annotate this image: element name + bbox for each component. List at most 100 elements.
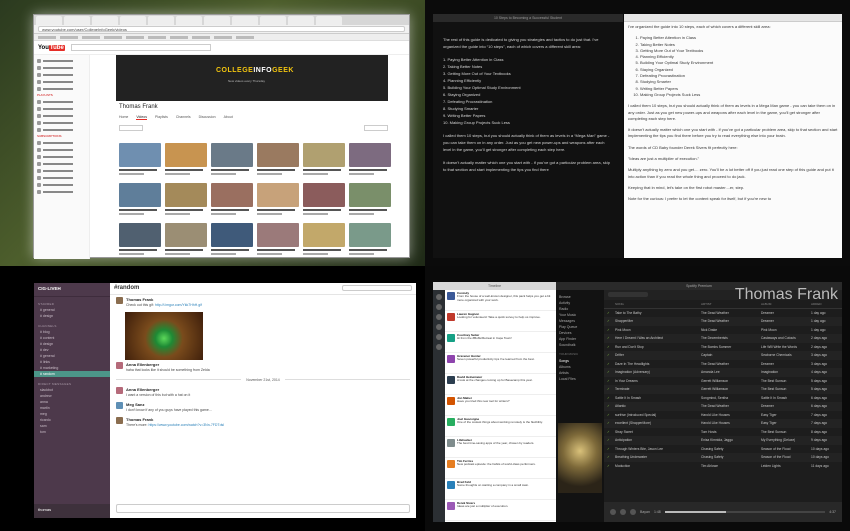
song-album[interactable]: Season of the Flood: [761, 445, 811, 454]
avatar[interactable]: [116, 386, 123, 394]
mentions-icon[interactable]: [436, 313, 442, 320]
song-title[interactable]: Daze In The Headlights: [615, 360, 701, 369]
song-title[interactable]: Atlantic: [615, 402, 701, 411]
check-icon[interactable]: ✓: [607, 360, 615, 369]
message-link[interactable]: https://www.youtube.com/watch?v=3Nn-7FDT…: [148, 423, 224, 427]
song-title[interactable]: Through Winters Bite, Jason Lee: [615, 445, 701, 454]
video-title[interactable]: [211, 209, 249, 211]
song-artist[interactable]: Chasing Safety: [701, 453, 761, 462]
col-artist[interactable]: ARTIST: [701, 302, 761, 306]
song-artist[interactable]: Tim Ahlowe: [701, 462, 761, 471]
video-card[interactable]: [165, 183, 207, 219]
video-thumbnail[interactable]: [303, 223, 345, 247]
tweet[interactable]: Lauren Gagnon Looking for volunteers! Tak…: [445, 311, 556, 332]
song-row[interactable]: ✓ Stray Sweet Tom Hosts The Best Sunsun 8 da…: [604, 428, 842, 437]
song-title[interactable]: Moduction: [615, 462, 701, 471]
tweet[interactable]: Derek Sivers Ideas are just a multiplier …: [445, 500, 556, 521]
sidebar-item[interactable]: [37, 182, 86, 187]
col-song[interactable]: SONG: [615, 302, 701, 306]
avatar[interactable]: [447, 438, 455, 447]
song-album[interactable]: The Best Sunsun: [761, 428, 811, 437]
song-artist[interactable]: Nick Drake: [701, 326, 761, 335]
video-title[interactable]: [257, 209, 295, 211]
video-title[interactable]: [303, 209, 341, 211]
bookmark[interactable]: [38, 35, 56, 39]
browser-tab[interactable]: [148, 16, 174, 25]
browser-tab[interactable]: [316, 16, 342, 25]
sidebar-item[interactable]: [37, 79, 86, 84]
video-thumbnail[interactable]: [349, 143, 391, 167]
song-album[interactable]: Season of the Flood: [761, 453, 811, 462]
check-icon[interactable]: ✓: [607, 394, 615, 403]
song-artist[interactable]: Enisa Kimnida, Jaggo: [701, 436, 761, 445]
bookmark[interactable]: [82, 35, 100, 39]
song-title[interactable]: Anticipation: [615, 436, 701, 445]
song-artist[interactable]: The Decemberists: [701, 334, 761, 343]
song-album[interactable]: Dreamer: [761, 402, 811, 411]
song-album[interactable]: Life Will Write the Words: [761, 343, 811, 352]
song-title[interactable]: Pink Moon: [615, 326, 701, 335]
song-row[interactable]: ✓ Daze In The Headlights The Dead Weather D…: [604, 360, 842, 369]
song-title[interactable]: surfrise (Introduced Special): [615, 411, 701, 420]
sidebar-item[interactable]: [37, 113, 86, 118]
sidebar-item[interactable]: [37, 140, 86, 145]
message-author[interactable]: Anna Ellenberger: [126, 362, 159, 367]
check-icon[interactable]: ✓: [607, 334, 615, 343]
channel-title[interactable]: #random: [114, 285, 139, 291]
tweet[interactable]: David Heinemeier A look at the changes co…: [445, 374, 556, 395]
check-icon[interactable]: ✓: [607, 428, 615, 437]
song-row[interactable]: ✓ Sattle It In Smash Songmind, Sentha Sattl…: [604, 394, 842, 403]
bookmark[interactable]: [192, 35, 210, 39]
your-music-item[interactable]: Local Files: [559, 376, 601, 382]
video-thumbnail[interactable]: [257, 223, 299, 247]
sidebar-item[interactable]: [37, 86, 86, 91]
message-input[interactable]: [116, 503, 410, 513]
song-row[interactable]: ✓ Pink Moon Nick Drake Pink Moon 1 day ago: [604, 326, 842, 335]
sidebar-item[interactable]: [37, 147, 86, 152]
video-card[interactable]: [349, 143, 391, 179]
song-artist[interactable]: The Dead Weather: [701, 360, 761, 369]
song-album[interactable]: Dreamer: [761, 309, 811, 318]
tab-playlists[interactable]: Playlists: [155, 115, 168, 120]
search-input[interactable]: [342, 285, 412, 291]
video-card[interactable]: [303, 143, 345, 179]
song-row[interactable]: ✓ Moduction Tim Ahlowe Leiden Lights 11 days…: [604, 462, 842, 471]
messages-icon[interactable]: [436, 323, 442, 330]
video-card[interactable]: [257, 223, 299, 259]
song-album[interactable]: Pink Moon: [761, 326, 811, 335]
tab-channels[interactable]: Channels: [176, 115, 191, 120]
video-thumbnail[interactable]: [303, 143, 345, 167]
video-thumbnail[interactable]: [211, 223, 253, 247]
lists-icon[interactable]: [436, 343, 442, 350]
check-icon[interactable]: ✓: [607, 436, 615, 445]
avatar[interactable]: [447, 417, 455, 426]
youtube-logo[interactable]: YouTube: [38, 44, 65, 51]
video-card[interactable]: [303, 223, 345, 259]
video-thumbnail[interactable]: [165, 143, 207, 167]
song-row[interactable]: ✓ Take to The Bathy The Dead Weather Dreame…: [604, 309, 842, 318]
song-album[interactable]: Leiden Lights: [761, 462, 811, 471]
avatar[interactable]: [436, 293, 442, 300]
video-card[interactable]: [119, 223, 161, 259]
video-card[interactable]: [257, 143, 299, 179]
song-artist[interactable]: Captain: [701, 351, 761, 360]
sidebar-item[interactable]: [37, 120, 86, 125]
tweet[interactable]: Gravener Hunter Seven powerful productivi…: [445, 353, 556, 374]
song-artist[interactable]: Chasing Safety: [701, 445, 761, 454]
video-card[interactable]: [211, 143, 253, 179]
song-artist[interactable]: Songmind, Sentha: [701, 394, 761, 403]
song-album[interactable]: Imagination: [761, 368, 811, 377]
video-card[interactable]: [165, 223, 207, 259]
message-author[interactable]: Thomas Frank: [126, 417, 153, 422]
browser-tab[interactable]: [64, 16, 90, 25]
browser-tab[interactable]: [260, 16, 286, 25]
song-artist[interactable]: Gerrett Williamson: [701, 385, 761, 394]
avatar[interactable]: [447, 354, 455, 363]
browser-tab[interactable]: [92, 16, 118, 25]
sidebar-item[interactable]: [37, 58, 86, 63]
message-image[interactable]: [125, 311, 203, 360]
browser-tab[interactable]: [204, 16, 230, 25]
video-card[interactable]: [303, 183, 345, 219]
check-icon[interactable]: ✓: [607, 377, 615, 386]
sidebar-item[interactable]: [37, 168, 86, 173]
